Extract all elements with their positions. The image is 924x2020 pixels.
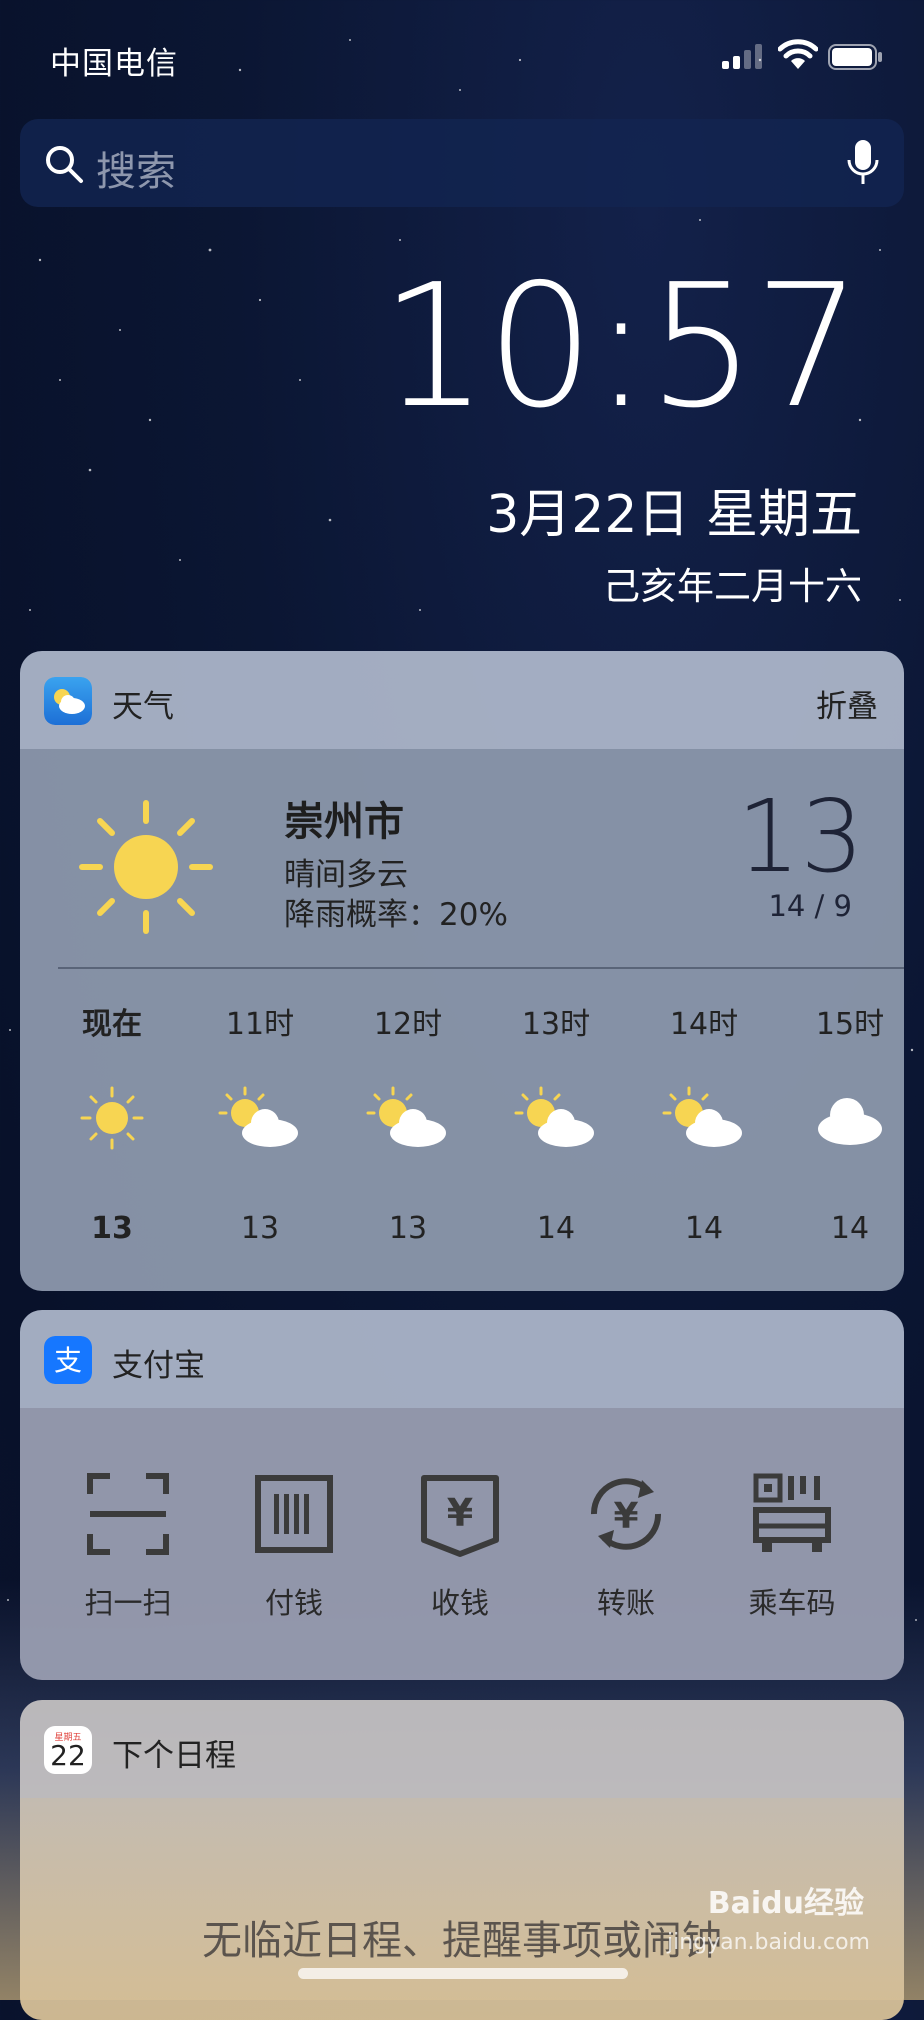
hour-temperature: 13 xyxy=(91,1211,133,1246)
pay-label: 付钱 xyxy=(264,1586,323,1620)
scan-button[interactable]: 扫一扫 xyxy=(44,1470,212,1622)
sun-icon xyxy=(80,1086,144,1150)
weather-widget[interactable]: 天气 折叠 崇州市 晴间多云 降雨概率：20% 13 14 / 9 现在 13 … xyxy=(20,651,904,1291)
search-input[interactable]: 搜索 xyxy=(96,139,176,197)
hour-label: 14时 xyxy=(669,1007,739,1042)
collapse-button[interactable]: 折叠 xyxy=(816,681,878,726)
search-icon xyxy=(46,146,83,183)
hourly-forecast-item: 14时 14 xyxy=(630,999,778,1246)
calendar-day: 22 xyxy=(50,1739,86,1772)
lock-date: 3月22日 星期五 xyxy=(486,485,862,545)
hour-label: 11时 xyxy=(225,1007,295,1042)
hourly-forecast-item: 13时 14 xyxy=(482,999,630,1246)
sun-icon xyxy=(79,800,213,934)
baidu-watermark-url: jingyan.baidu.com xyxy=(666,1930,870,1955)
receive-money-icon: ¥ xyxy=(421,1475,499,1557)
weather-condition: 晴间多云 xyxy=(284,857,408,893)
weather-app-icon xyxy=(44,677,92,725)
svg-text:支: 支 xyxy=(54,1344,82,1377)
schedule-widget-title: 下个日程 xyxy=(112,1738,236,1774)
microphone-icon[interactable] xyxy=(846,138,880,188)
bus-code-label: 乘车码 xyxy=(748,1586,836,1620)
bus-code-icon xyxy=(753,1473,831,1552)
weather-widget-title: 天气 xyxy=(112,689,174,725)
baidu-watermark: Baidu经验 xyxy=(707,1886,864,1921)
hour-temperature: 14 xyxy=(830,1211,870,1246)
alipay-widget-title: 支付宝 xyxy=(112,1348,205,1384)
transfer-button[interactable]: ¥ 转账 xyxy=(542,1470,710,1622)
pay-button[interactable]: 付钱 xyxy=(210,1470,378,1622)
cellular-signal-icon xyxy=(722,43,764,69)
lock-time: 10:57 xyxy=(380,248,862,446)
hour-temperature: 13 xyxy=(388,1211,428,1246)
hour-temperature: 13 xyxy=(240,1211,280,1246)
weather-city: 崇州市 xyxy=(284,799,404,845)
battery-icon xyxy=(828,44,882,70)
receive-money-button[interactable]: ¥ 收钱 xyxy=(376,1470,544,1622)
transfer-icon: ¥ xyxy=(590,1478,662,1550)
status-bar: 中国电信 xyxy=(0,0,924,110)
hour-label: 12时 xyxy=(373,1007,443,1042)
hour-label: 15时 xyxy=(815,1007,885,1042)
alipay-app-icon: 支 xyxy=(44,1336,92,1384)
hour-label: 13时 xyxy=(521,1007,591,1042)
scan-icon xyxy=(87,1473,169,1555)
hourly-forecast-item: 现在 13 xyxy=(38,999,186,1246)
scan-label: 扫一扫 xyxy=(84,1586,172,1620)
bus-code-button[interactable]: 乘车码 xyxy=(708,1470,876,1622)
svg-text:¥: ¥ xyxy=(447,1491,473,1535)
search-bar[interactable]: 搜索 xyxy=(20,119,904,207)
hour-temperature: 14 xyxy=(536,1211,576,1246)
partly-cloudy-icon xyxy=(218,1086,298,1147)
partly-cloudy-icon xyxy=(366,1086,446,1147)
hour-temperature: 14 xyxy=(684,1211,724,1246)
hour-label: 现在 xyxy=(82,1007,142,1042)
alipay-widget-header: 支 支付宝 xyxy=(20,1310,904,1408)
hourly-forecast-item: 11时 13 xyxy=(186,999,334,1246)
schedule-widget-header: 星期五 22 下个日程 xyxy=(20,1700,904,1798)
receive-money-label: 收钱 xyxy=(430,1586,489,1620)
hourly-forecast-item: 15时 14 xyxy=(776,999,904,1246)
lunar-date: 己亥年二月十六 xyxy=(603,565,862,608)
current-temperature: 13 xyxy=(736,778,864,895)
weather-widget-header: 天气 折叠 xyxy=(20,651,904,749)
temperature-range: 14 / 9 xyxy=(768,889,852,923)
wifi-icon xyxy=(778,39,818,69)
weather-body: 崇州市 晴间多云 降雨概率：20% 13 14 / 9 现在 13 11时 13… xyxy=(20,749,904,1291)
rain-probability: 降雨概率：20% xyxy=(284,897,508,933)
cloud-icon xyxy=(818,1098,882,1145)
partly-cloudy-icon xyxy=(514,1086,594,1147)
carrier-name: 中国电信 xyxy=(50,46,178,82)
partly-cloudy-icon xyxy=(662,1086,742,1147)
svg-text:¥: ¥ xyxy=(613,1496,638,1537)
alipay-body: 扫一扫 付钱 ¥ 收钱 ¥ 转账 乘车码 xyxy=(20,1408,904,1680)
calendar-app-icon: 星期五 22 xyxy=(44,1726,92,1774)
barcode-icon xyxy=(255,1475,333,1553)
home-indicator[interactable] xyxy=(298,1968,628,1979)
hourly-forecast-item: 12时 13 xyxy=(334,999,482,1246)
alipay-widget[interactable]: 支 支付宝 扫一扫 付钱 ¥ 收钱 ¥ 转账 乘车码 xyxy=(20,1310,904,1680)
weather-divider xyxy=(58,967,904,969)
transfer-label: 转账 xyxy=(596,1586,655,1620)
